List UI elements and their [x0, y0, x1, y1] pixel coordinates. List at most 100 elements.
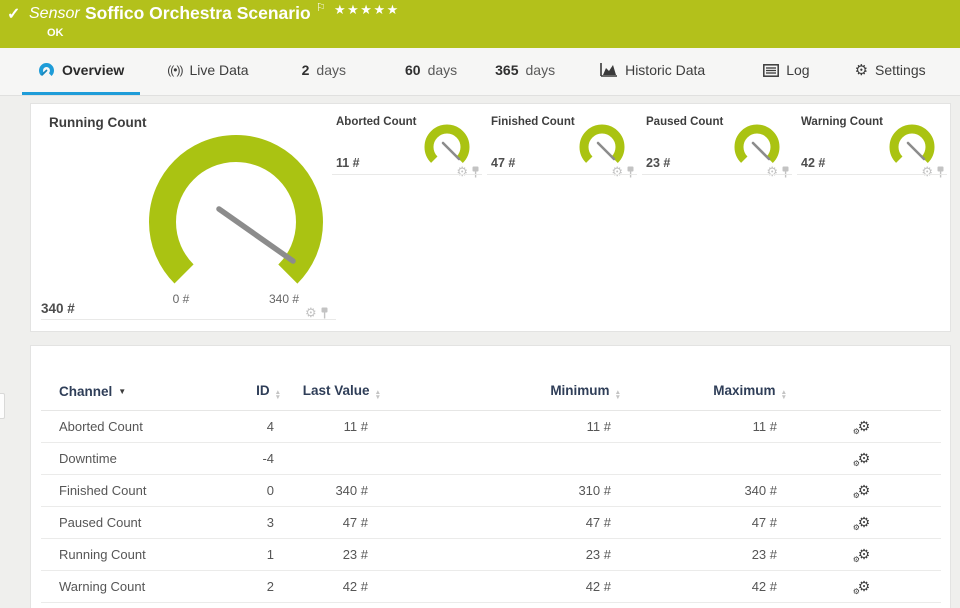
sensor-status-text: OK	[47, 27, 64, 39]
tile-divider	[642, 174, 792, 175]
channel-id-cell: 0	[241, 474, 281, 507]
table-row[interactable]: Warning Count 2 42 # 42 # 42 # ⚙ ⚙	[41, 570, 941, 603]
last-value-cell: 340 #	[281, 474, 381, 507]
tile-divider	[487, 174, 637, 175]
tab-60-days[interactable]: 60 days	[403, 48, 459, 95]
tab-historic-data[interactable]: Historic Data	[598, 48, 707, 95]
priority-stars[interactable]: ★★★★★	[334, 2, 400, 18]
gauge-settings-gear-icon[interactable]: ⚙	[456, 165, 468, 178]
gauge-pin-icon[interactable]	[626, 166, 635, 178]
channel-settings-gears-icon[interactable]: ⚙ ⚙	[853, 483, 871, 500]
gauge-value: 42 #	[801, 156, 826, 170]
tab-log-label: Log	[786, 62, 810, 78]
minimum-cell: 23 #	[381, 538, 621, 571]
tab-365-days-number: 365	[495, 62, 519, 78]
gauge-tile-finished-count[interactable]: Finished Count 47 # ⚙	[487, 104, 637, 178]
maximum-cell: 340 #	[621, 474, 787, 507]
tab-live-data[interactable]: ((•)) Live Data	[165, 48, 250, 95]
side-flyout-tab[interactable]	[0, 393, 5, 419]
gauge-icon	[38, 62, 55, 79]
flag-icon[interactable]: ⚐	[316, 1, 326, 14]
maximum-cell: 23 #	[621, 538, 787, 571]
table-row[interactable]: Aborted Count 4 11 # 11 # 11 # ⚙ ⚙	[41, 410, 941, 443]
column-header-minimum[interactable]: Minimum ▲ ▼	[381, 374, 621, 411]
gauge-title: Running Count	[49, 115, 147, 130]
minimum-cell: 11 #	[381, 410, 621, 443]
gauge-pin-icon[interactable]	[936, 166, 945, 178]
channel-name-cell: Finished Count	[41, 474, 241, 507]
channel-table: Channel ▼ ID ▲ ▼ Last Value ▲ ▼ Minimum ▲ ▼ Max…	[41, 374, 941, 603]
table-row[interactable]: Finished Count 0 340 # 310 # 340 # ⚙ ⚙	[41, 474, 941, 507]
tab-live-data-label: Live Data	[189, 62, 249, 78]
last-value-cell	[281, 442, 381, 475]
maximum-cell: 47 #	[621, 506, 787, 539]
gauge-pin-icon[interactable]	[781, 166, 790, 178]
tab-2-days-unit: days	[316, 62, 346, 78]
gauge-value: 23 #	[646, 156, 671, 170]
table-header-row: Channel ▼ ID ▲ ▼ Last Value ▲ ▼ Minimum ▲ ▼ Max…	[41, 374, 941, 411]
log-list-icon	[763, 63, 780, 77]
channel-settings-gears-icon[interactable]: ⚙ ⚙	[853, 419, 871, 436]
tab-settings-label: Settings	[875, 62, 926, 78]
channel-id-cell: -4	[241, 442, 281, 475]
object-kind-label: Sensor	[29, 5, 80, 22]
tab-settings[interactable]: ⚙ Settings	[853, 48, 928, 95]
gauge-scale-min: 0 #	[172, 292, 190, 306]
minimum-cell: 310 #	[381, 474, 621, 507]
channel-id-cell: 3	[241, 506, 281, 539]
column-header-maximum-label: Maximum	[713, 383, 776, 399]
tile-divider	[41, 319, 336, 320]
sort-icon: ▲ ▼	[780, 389, 787, 402]
gauge-settings-gear-icon[interactable]: ⚙	[611, 165, 623, 178]
channel-settings-gears-icon[interactable]: ⚙ ⚙	[853, 579, 871, 596]
maximum-cell: 42 #	[621, 570, 787, 603]
gauge-pin-icon[interactable]	[320, 307, 329, 319]
channel-table-panel: Channel ▼ ID ▲ ▼ Last Value ▲ ▼ Minimum ▲ ▼ Max…	[30, 345, 951, 608]
last-value-cell: 47 #	[281, 506, 381, 539]
tab-overview[interactable]: Overview	[22, 48, 141, 95]
column-header-maximum[interactable]: Maximum ▲ ▼	[621, 374, 787, 411]
channel-id-cell: 1	[241, 538, 281, 571]
gauge-value: 47 #	[491, 156, 516, 170]
column-header-last-value[interactable]: Last Value ▲ ▼	[281, 374, 381, 411]
gauge-tile-aborted-count[interactable]: Aborted Count 11 # ⚙	[332, 104, 482, 178]
column-header-last-value-label: Last Value	[302, 383, 370, 399]
tab-overview-label: Overview	[62, 62, 125, 78]
tab-bar: Overview ((•)) Live Data 2 days 60 days …	[0, 48, 960, 96]
gauge-settings-gear-icon[interactable]: ⚙	[921, 165, 933, 178]
tab-365-days[interactable]: 365 days	[493, 48, 557, 95]
table-row[interactable]: Running Count 1 23 # 23 # 23 # ⚙ ⚙	[41, 538, 941, 571]
sensor-header: ✓ Sensor Soffico Orchestra Scenario ⚐ ★★…	[0, 0, 960, 48]
tab-log[interactable]: Log	[761, 48, 811, 95]
gauge-title: Finished Count	[491, 116, 575, 128]
maximum-cell: 11 #	[621, 410, 787, 443]
gauge-title: Warning Count	[801, 116, 883, 128]
channel-name-cell: Running Count	[41, 538, 241, 571]
tile-divider	[332, 174, 482, 175]
table-row[interactable]: Paused Count 3 47 # 47 # 47 # ⚙ ⚙	[41, 506, 941, 539]
gauge-tile-paused-count[interactable]: Paused Count 23 # ⚙	[642, 104, 792, 178]
gauges-panel: Running Count 0 # 340 # 340 # ⚙ Aborted …	[30, 103, 951, 332]
gauge-settings-gear-icon[interactable]: ⚙	[766, 165, 778, 178]
sort-desc-icon: ▼	[118, 387, 127, 397]
gauge-value: 11 #	[336, 156, 360, 170]
maximum-cell	[621, 442, 787, 475]
channel-id-cell: 2	[241, 570, 281, 603]
minimum-cell: 47 #	[381, 506, 621, 539]
column-header-id[interactable]: ID ▲ ▼	[241, 374, 281, 411]
table-row[interactable]: Downtime -4 ⚙ ⚙	[41, 442, 941, 475]
gauge-tile-warning-count[interactable]: Warning Count 42 # ⚙	[797, 104, 947, 178]
channel-settings-gears-icon[interactable]: ⚙ ⚙	[853, 547, 871, 564]
sort-icon: ▲ ▼	[614, 389, 621, 402]
column-header-id-label: ID	[256, 383, 270, 399]
column-header-channel[interactable]: Channel ▼	[41, 374, 241, 411]
channel-settings-gears-icon[interactable]: ⚙ ⚙	[853, 451, 871, 468]
sensor-title: Soffico Orchestra Scenario	[85, 3, 311, 23]
channel-settings-gears-icon[interactable]: ⚙ ⚙	[853, 515, 871, 532]
last-value-cell: 11 #	[281, 410, 381, 443]
gauge-settings-gear-icon[interactable]: ⚙	[305, 306, 317, 319]
tab-2-days[interactable]: 2 days	[300, 48, 348, 95]
gauge-pin-icon[interactable]	[471, 166, 480, 178]
sort-icon: ▲ ▼	[374, 389, 381, 402]
channel-name-cell: Paused Count	[41, 506, 241, 539]
